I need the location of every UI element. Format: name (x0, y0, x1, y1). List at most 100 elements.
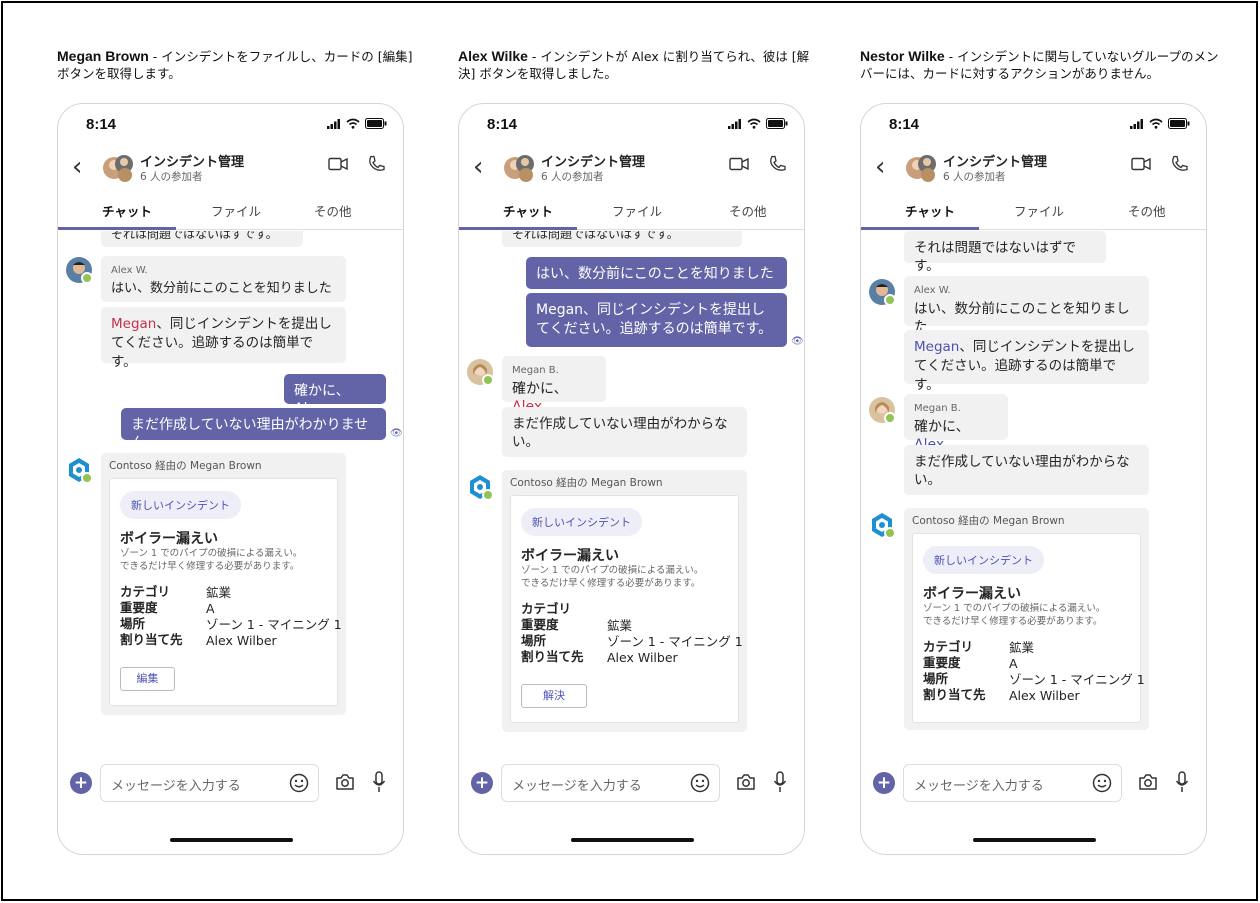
back-chevron-icon[interactable]: ‹ (72, 154, 82, 180)
seen-eye-icon: 👁 (791, 336, 804, 347)
message-bubble: Megan、同じインシデントを提出してください。追跡するのは簡単です。 (101, 307, 346, 370)
message-bubble: Megan B.確かに、Alex (904, 394, 1008, 453)
home-indicator (170, 838, 293, 842)
battery-icon (365, 118, 387, 129)
tab-chat[interactable]: チャット (905, 201, 955, 220)
status-icons (327, 118, 387, 129)
emoji-icon[interactable] (289, 773, 309, 793)
panel-caption: Megan Brown - インシデントをファイルし、カードの [編集] ボタン… (57, 48, 413, 81)
tab-more[interactable]: その他 (1128, 201, 1166, 220)
home-indicator (571, 838, 694, 842)
message-bubble: まだ作成していない理由がわからない。 (502, 407, 747, 457)
chat-area: それは問題ではないはずです。 Alex W. はい、数分前にこのことを知りました … (58, 231, 403, 761)
home-indicator (973, 838, 1096, 842)
tab-files[interactable]: ファイル (211, 201, 261, 220)
phone-screen: 8:14 ‹ インシデント管理 6 人の参加者 チャット ファイル その他 それ… (458, 103, 805, 855)
incident-card: 新しいインシデント ボイラー漏えい ゾーン 1 でのパイプの破損による漏えい。 … (510, 495, 743, 723)
microphone-icon[interactable] (372, 771, 386, 793)
message-input[interactable]: メッセージを入力する (501, 764, 720, 802)
message-bubble-partial: それは問題ではないはずです。 (101, 231, 303, 247)
tab-indicator (861, 227, 979, 230)
phone-call-icon[interactable] (1170, 155, 1188, 173)
status-bar: 8:14 (861, 104, 1206, 144)
phone-call-icon[interactable] (367, 155, 385, 173)
new-incident-badge: 新しいインシデント (521, 508, 642, 536)
my-message-bubble: 確かに、Alex (284, 374, 386, 417)
new-incident-badge: 新しいインシデント (120, 491, 241, 519)
new-incident-badge: 新しいインシデント (923, 546, 1044, 574)
message-input[interactable]: メッセージを入力する (903, 764, 1122, 802)
phone-screen: 8:14 ‹ インシデント管理 6 人の参加者 チャット ファイル その他 それ… (860, 103, 1207, 855)
tab-more[interactable]: その他 (729, 201, 767, 220)
tab-files[interactable]: ファイル (1014, 201, 1064, 220)
camera-icon[interactable] (1138, 773, 1158, 791)
contoso-bot-avatar (872, 513, 896, 539)
back-chevron-icon[interactable]: ‹ (875, 154, 885, 180)
edit-button[interactable]: 編集 (120, 667, 175, 691)
message-placeholder: メッセージを入力する (914, 779, 1044, 794)
composer: + メッセージを入力する (459, 764, 804, 804)
chat-area: それは問題ではないはずです。 Alex W. はい、数分前にこのことを知りました … (861, 231, 1206, 761)
video-call-icon[interactable] (328, 157, 348, 171)
message-placeholder: メッセージを入力する (512, 779, 642, 794)
panel-caption: Alex Wilke - インシデントが Alex に割り当てられ、彼は [解決… (458, 48, 810, 81)
message-input[interactable]: メッセージを入力する (100, 764, 319, 802)
card-title: ボイラー漏えい (120, 530, 218, 546)
microphone-icon[interactable] (1175, 771, 1189, 793)
adaptive-card-message: Contoso 経由の Megan Brown 新しいインシデント ボイラー漏え… (101, 453, 346, 715)
card-description: できるだけ早く修理する必要があります。 (521, 578, 701, 589)
phone-call-icon[interactable] (768, 155, 786, 173)
camera-icon[interactable] (335, 773, 355, 791)
message-bubble: Megan B.確かに、Alex (502, 356, 606, 415)
tab-chat[interactable]: チャット (503, 201, 553, 220)
adaptive-card-message: Contoso 経由の Megan Brown 新しいインシデント ボイラー漏え… (502, 470, 747, 732)
card-description: ゾーン 1 でのパイプの破損による漏えい。 (923, 603, 1106, 614)
emoji-icon[interactable] (690, 773, 710, 793)
chat-header: ‹ インシデント管理 6 人の参加者 (861, 144, 1206, 192)
group-avatar-icon (504, 155, 534, 182)
my-message-bubble: Megan、同じインシデントを提出してください。追跡するのは簡単です。 (526, 293, 787, 347)
chat-area: それは問題ではないはずです。 はい、数分前にこのことを知りました Megan、同… (459, 231, 804, 761)
mention: Megan (914, 339, 960, 355)
tab-bar: チャット ファイル その他 (861, 197, 1206, 230)
tab-chat[interactable]: チャット (102, 201, 152, 220)
video-call-icon[interactable] (1131, 157, 1151, 171)
back-chevron-icon[interactable]: ‹ (473, 154, 483, 180)
add-plus-icon[interactable]: + (873, 772, 895, 794)
status-bar: 8:14 (459, 104, 804, 144)
battery-icon (1168, 118, 1190, 129)
card-description: できるだけ早く修理する必要があります。 (120, 561, 300, 572)
video-call-icon[interactable] (729, 157, 749, 171)
participant-count: 6 人の参加者 (943, 171, 1006, 183)
microphone-icon[interactable] (773, 771, 787, 793)
signal-icon (728, 118, 741, 129)
group-title: インシデント管理 (140, 155, 245, 170)
my-message-bubble: はい、数分前にこのことを知りました (526, 257, 787, 289)
card-description: できるだけ早く修理する必要があります。 (923, 616, 1103, 627)
wifi-icon (747, 118, 761, 129)
tab-indicator (459, 227, 577, 230)
message-bubble: Megan、同じインシデントを提出してください。追跡するのは簡単です。 (904, 330, 1149, 393)
add-plus-icon[interactable]: + (471, 772, 493, 794)
tab-more[interactable]: その他 (314, 201, 352, 220)
megan-avatar (869, 397, 896, 424)
composer: + メッセージを入力する (861, 764, 1206, 804)
tab-files[interactable]: ファイル (612, 201, 662, 220)
message-bubble-partial: それは問題ではないはずです。 (502, 231, 742, 247)
alex-avatar (869, 279, 896, 306)
camera-icon[interactable] (736, 773, 756, 791)
participant-count: 6 人の参加者 (140, 171, 203, 183)
tab-bar: チャット ファイル その他 (459, 197, 804, 230)
resolve-button[interactable]: 解決 (521, 684, 587, 708)
signal-icon (1130, 118, 1143, 129)
adaptive-card-message: Contoso 経由の Megan Brown 新しいインシデント ボイラー漏え… (904, 508, 1149, 730)
status-icons (1130, 118, 1190, 129)
add-plus-icon[interactable]: + (70, 772, 92, 794)
emoji-icon[interactable] (1092, 773, 1112, 793)
group-avatar-icon (906, 155, 936, 182)
status-icons (728, 118, 788, 129)
message-bubble: それは問題ではないはずです。 (904, 231, 1106, 274)
clock: 8:14 (889, 116, 920, 133)
group-title: インシデント管理 (943, 155, 1048, 170)
chat-header: ‹ インシデント管理 6 人の参加者 (58, 144, 403, 192)
